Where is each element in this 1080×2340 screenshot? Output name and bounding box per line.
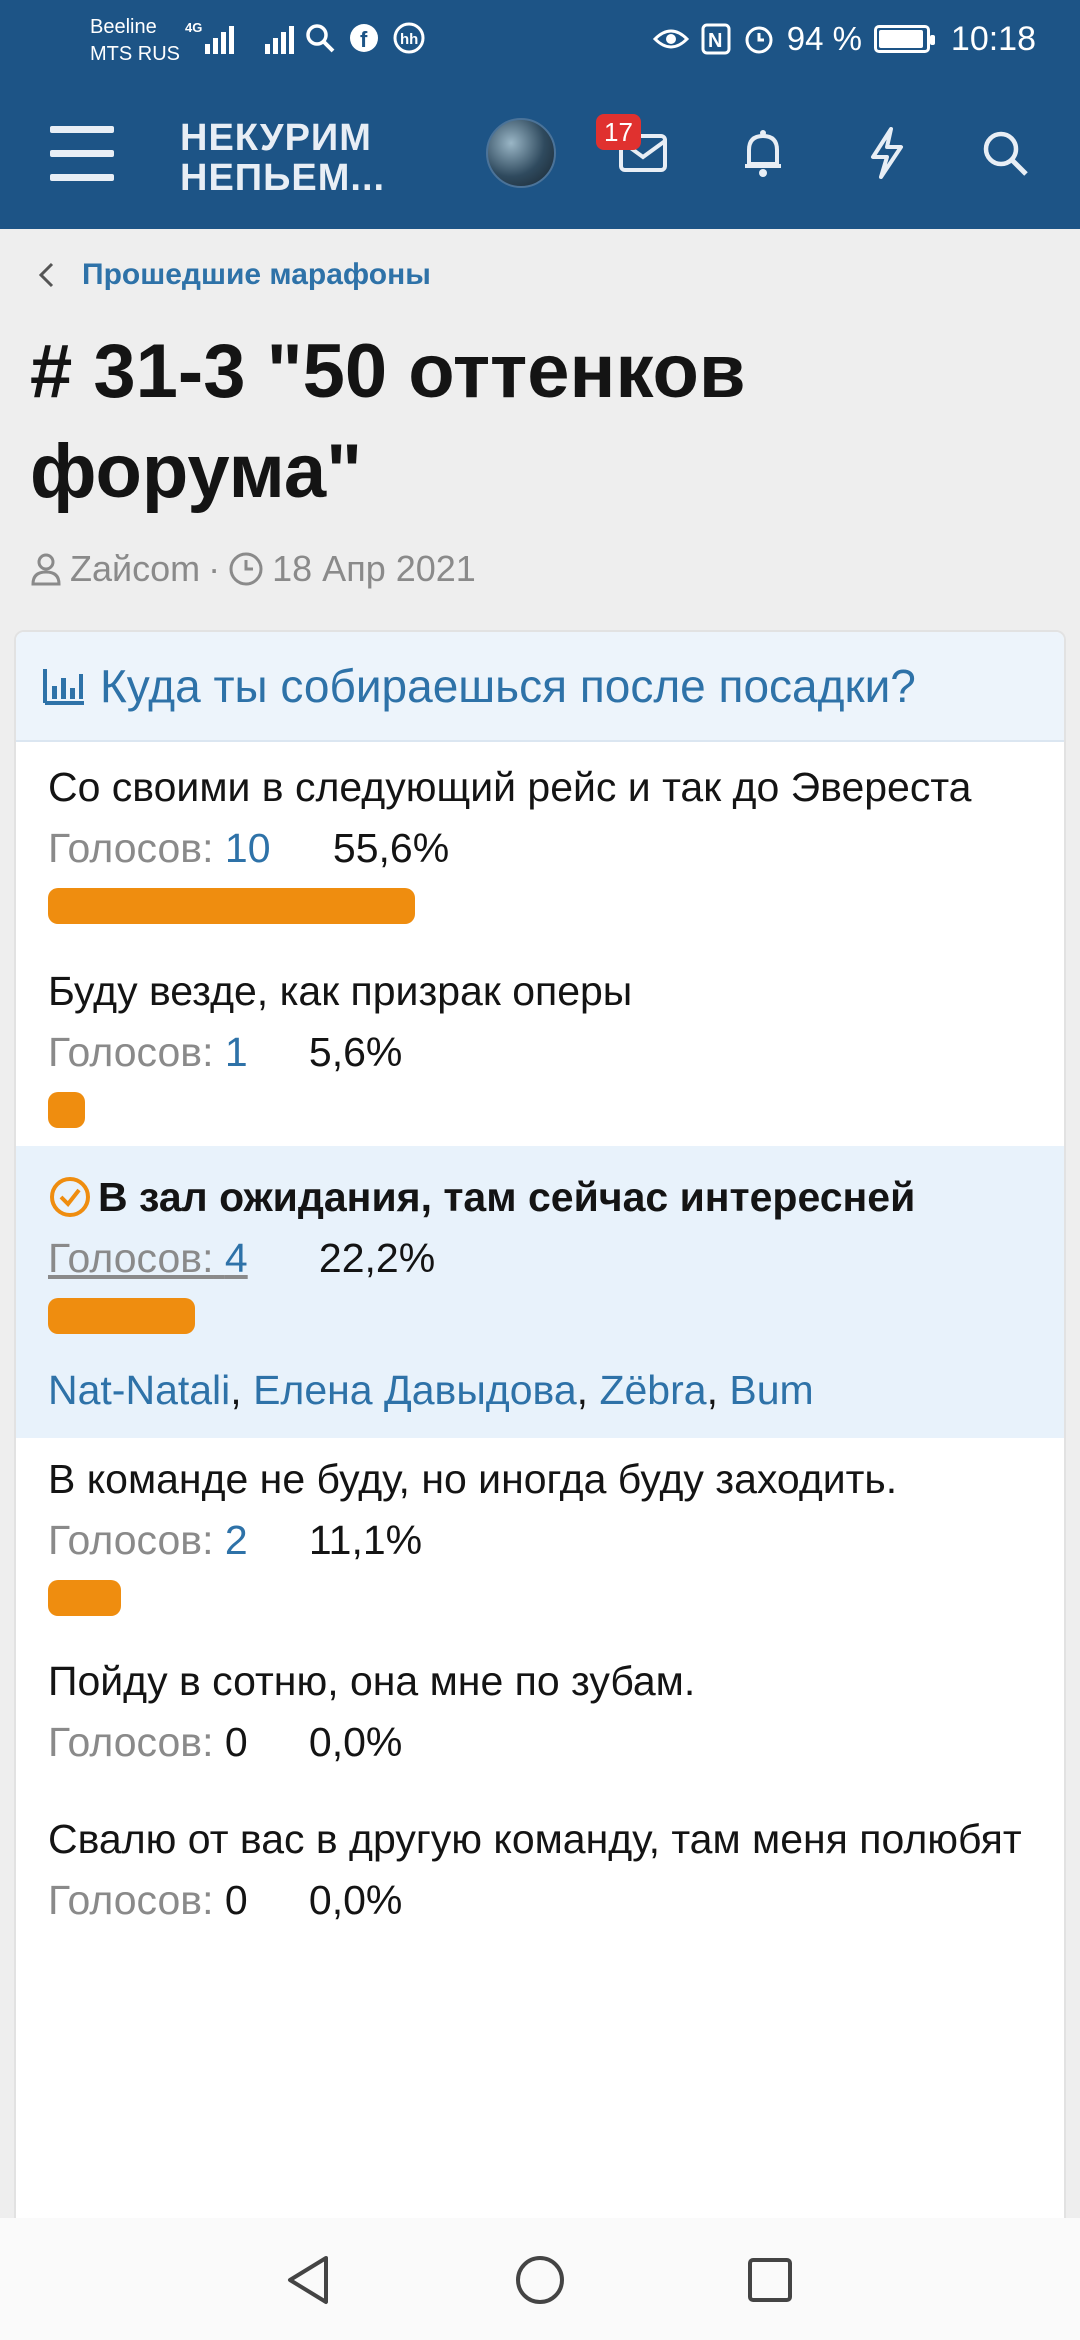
thread-meta: Zайсom · 18 Апр 2021 [30,548,476,590]
poll-option: Со своими в следующий рейс и так до Эвер… [16,742,1064,948]
poll-card: Куда ты собираешься после посадки? Со св… [14,630,1066,2340]
votes-percent: 22,2% [318,1235,436,1281]
votes-count[interactable]: 10 [225,820,289,876]
option-text: Со своими в следующий рейс и так до Эвер… [48,764,972,810]
clock-icon [229,552,263,586]
carrier-2: MTS RUS [90,43,180,65]
vote-bar [48,1580,121,1616]
search-icon[interactable] [970,118,1040,188]
poll-option: Свалю от вас в другую команду, там меня … [16,1788,1064,1946]
lightning-icon[interactable] [852,118,922,188]
vote-bar [48,1092,85,1128]
votes-count[interactable]: 4 [225,1230,275,1286]
option-text-label: В зал ожидания, там сейчас интересней [98,1174,916,1220]
svg-text:N: N [708,30,722,52]
battery-icon [874,25,935,53]
user-icon [31,553,61,586]
voter-link[interactable]: Bum [729,1367,813,1413]
signal-icon [205,24,234,54]
votes-percent: 5,6% [308,1029,403,1075]
thread-author[interactable]: Zайсom [70,548,200,590]
votes-count: 0 [224,1719,248,1765]
breadcrumb[interactable]: Прошедшие марафоны [36,258,431,292]
battery-percent: 94 % [786,20,862,57]
votes-link[interactable]: Голосов: 4 [48,1230,275,1286]
search-icon [306,24,335,53]
clock: 10:18 [950,20,1036,58]
meta-separator: · [208,548,221,589]
poll-question: Куда ты собираешься после посадки? [100,660,916,712]
option-votes: Голосов: 1 5,6% [48,1024,1032,1080]
votes-count: 0 [224,1877,248,1923]
option-text: Буду везде, как призрак оперы [48,968,633,1014]
vote-bar [48,1298,195,1334]
system-icons: N 94 % [652,20,935,58]
site-logo[interactable]: НЕКУРИМ НЕПЬЕМ... [180,118,385,198]
notification-icons: f hh [305,22,425,54]
home-icon [516,2256,564,2304]
system-nav-bar [0,2218,1080,2340]
voter-link[interactable]: Zёbra [599,1367,706,1413]
option-text: Свалю от вас в другую команду, там меня … [48,1816,1022,1862]
votes-label: Голосов: [48,1877,214,1923]
recents-icon [748,2258,792,2302]
carrier-label: Beeline MTS RUS [90,14,180,68]
vote-bar [48,888,415,924]
inbox-badge: 17 [596,114,641,150]
voters-list: Nat-Natali, Елена Давыдова, Zёbra, Bum [48,1367,814,1413]
votes-percent: 0,0% [308,1719,403,1765]
option-votes: Голосов: 0 0,0% [48,1714,1032,1770]
option-votes: Голосов: 0 0,0% [48,1872,1032,1928]
hh-icon: hh [393,22,425,54]
logo-line-1: НЕКУРИМ [180,117,372,159]
poll-header: Куда ты собираешься после посадки? [16,632,1064,742]
back-icon [288,2256,328,2304]
poll-option: Пойду в сотню, она мне по зубам. Голосов… [16,1634,1064,1788]
votes-label: Голосов: [48,1719,214,1765]
facebook-icon: f [350,24,378,52]
votes-count[interactable]: 2 [225,1512,265,1568]
votes-percent: 0,0% [308,1877,403,1923]
alarm-icon [745,26,773,54]
votes-label: Голосов: [48,1235,214,1281]
votes-label: Голосов: [48,825,214,871]
votes-percent: 11,1% [308,1517,423,1563]
option-votes: Голосов: 4 22,2% [48,1230,1032,1286]
app-header: Beeline MTS RUS 4G f hh N 94 % 10:18 НЕК… [0,0,1080,229]
logo-line-2: НЕПЬЕМ... [180,157,386,199]
thread-date[interactable]: 18 Апр 2021 [272,548,476,590]
bar-chart-icon [43,669,84,705]
svg-text:hh: hh [400,31,418,48]
breadcrumb-link[interactable]: Прошедшие марафоны [82,258,431,292]
voter-link[interactable]: Nat-Natali [48,1367,230,1413]
poll-option: Буду везде, как призрак оперы Голосов: 1… [16,948,1064,1146]
eye-icon [652,29,689,49]
signal-icon [265,24,294,54]
option-text: В зал ожидания, там сейчас интересней [48,1164,1032,1230]
option-votes: Голосов: 2 11,1% [48,1512,1032,1568]
option-text: В команде не буду, но иногда буду заходи… [48,1456,898,1502]
bell-icon[interactable] [728,118,798,188]
votes-label: Голосов: [48,1029,214,1075]
option-text: Пойду в сотню, она мне по зубам. [48,1658,696,1704]
page-title: # 31-3 "50 оттенков форума" [30,329,746,514]
votes-percent: 55,6% [332,825,450,871]
poll-option: В команде не буду, но иногда буду заходи… [16,1438,1064,1634]
votes-label: Голосов: [48,1517,214,1563]
svg-text:f: f [360,27,368,52]
check-circle-icon [50,1177,90,1217]
poll-option-selected: В зал ожидания, там сейчас интересней Го… [16,1146,1064,1438]
status-bar: Beeline MTS RUS 4G f hh N 94 % 10:18 [0,0,1080,80]
nfc-icon: N [701,23,731,55]
chevron-left-icon [38,262,54,288]
voter-link[interactable]: Елена Давыдова [253,1367,577,1413]
carrier-1: Beeline [90,16,157,38]
option-votes: Голосов: 10 55,6% [48,820,1032,876]
avatar[interactable] [486,118,556,188]
network-type: 4G [185,20,203,35]
votes-count[interactable]: 1 [225,1024,265,1080]
menu-icon[interactable] [50,126,114,182]
